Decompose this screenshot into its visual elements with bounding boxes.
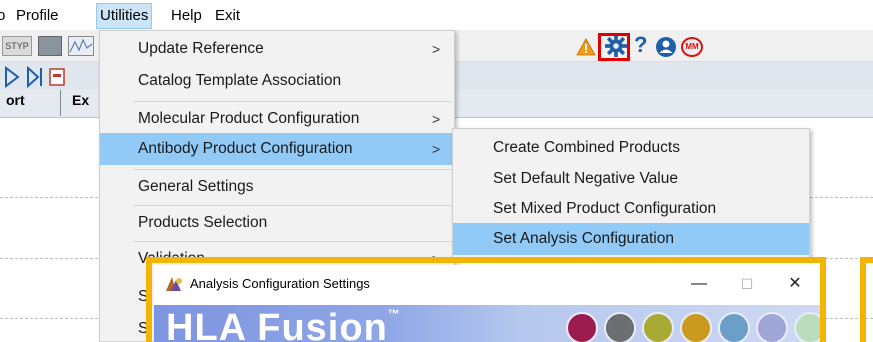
grid-icon[interactable] <box>38 36 62 56</box>
dialog-banner: HLA Fusion™ <box>154 305 820 342</box>
brand-title: HLA Fusion™ <box>166 307 401 342</box>
close-button[interactable]: ✕ <box>780 271 810 297</box>
menu-profile[interactable]: Profile <box>16 4 59 28</box>
column-separator <box>60 90 61 116</box>
app-window: o Profile Utilities Help Exit STYP ? MM … <box>0 0 873 342</box>
submenu-item-mixed-product[interactable]: Set Mixed Product Configuration <box>453 193 809 225</box>
playback-controls <box>5 66 65 88</box>
mm-icon[interactable]: MM <box>681 37 703 57</box>
menu-item-label: Products Selection <box>138 214 268 231</box>
dialog-title: Analysis Configuration Settings <box>190 276 370 291</box>
menu-divider <box>134 101 452 102</box>
menu-item-label: Set Mixed Product Configuration <box>493 200 717 217</box>
menu-item-label: Set Default Negative Value <box>493 170 678 187</box>
maximize-button[interactable]: ☐ <box>732 271 762 297</box>
second-callout-frame <box>860 257 873 342</box>
submenu-item-default-negative[interactable]: Set Default Negative Value <box>453 163 809 195</box>
brand-dot <box>642 312 674 342</box>
submenu-item-analysis-config[interactable]: Set Analysis Configuration <box>453 223 809 255</box>
column-header-report[interactable]: ort <box>6 92 25 108</box>
next-icon[interactable] <box>27 66 40 88</box>
menu-help[interactable]: Help <box>171 4 202 28</box>
menu-item-molecular-config[interactable]: Molecular Product Configuration > <box>100 103 454 135</box>
antibody-submenu: Create Combined Products Set Default Neg… <box>452 128 810 258</box>
menu-item-label: Antibody Product Configuration <box>138 140 353 157</box>
warning-icon[interactable] <box>576 38 596 56</box>
menu-exit[interactable]: Exit <box>215 4 240 28</box>
menu-item-label: Update Reference <box>138 40 264 57</box>
menu-divider <box>134 205 452 206</box>
brand-dot <box>756 312 788 342</box>
user-icon[interactable] <box>655 36 677 58</box>
menu-item-antibody-config[interactable]: Antibody Product Configuration > <box>100 133 454 165</box>
menu-item-label: General Settings <box>138 178 254 195</box>
menu-item-label: Catalog Template Association <box>138 72 342 89</box>
app-logo-icon <box>166 277 182 291</box>
menu-item-update-reference[interactable]: Update Reference > <box>100 33 454 65</box>
menu-utilities[interactable]: Utilities <box>96 3 153 29</box>
stype-button[interactable]: STYP <box>2 36 32 56</box>
analysis-config-dialog: Analysis Configuration Settings — ☐ ✕ HL… <box>154 265 820 342</box>
brand-dot <box>566 312 598 342</box>
brand-dot <box>604 312 636 342</box>
dialog-titlebar[interactable]: Analysis Configuration Settings — ☐ ✕ <box>154 265 820 305</box>
menu-item-label: Set Analysis Configuration <box>493 230 674 247</box>
trademark-symbol: ™ <box>387 307 401 321</box>
chevron-right-icon: > <box>432 41 441 57</box>
menubar: o Profile Utilities Help Exit <box>0 0 873 30</box>
column-header-ex[interactable]: Ex <box>72 92 89 108</box>
menu-item-catalog-template[interactable]: Catalog Template Association <box>100 65 454 97</box>
brand-name: HLA Fusion <box>166 307 388 342</box>
gear-callout-box <box>598 33 630 61</box>
brand-dot <box>718 312 750 342</box>
minimize-button[interactable]: — <box>684 271 714 297</box>
brand-dots <box>566 312 820 342</box>
chart-icon[interactable] <box>68 36 94 56</box>
menu-item-label: Create Combined Products <box>493 139 680 156</box>
play-icon[interactable] <box>5 66 20 88</box>
help-icon[interactable]: ? <box>634 32 647 58</box>
menu-item-general-settings[interactable]: General Settings <box>100 171 454 203</box>
menu-info[interactable]: o <box>0 4 5 28</box>
submenu-item-create-combined[interactable]: Create Combined Products <box>453 132 809 164</box>
brand-dot <box>794 312 820 342</box>
brand-dot <box>680 312 712 342</box>
menu-item-label: Molecular Product Configuration <box>138 110 360 127</box>
chevron-right-icon: > <box>432 141 441 157</box>
chevron-right-icon: > <box>432 111 441 127</box>
menu-item-products-selection[interactable]: Products Selection <box>100 207 454 239</box>
menu-divider <box>134 169 452 170</box>
menu-divider <box>134 241 452 242</box>
